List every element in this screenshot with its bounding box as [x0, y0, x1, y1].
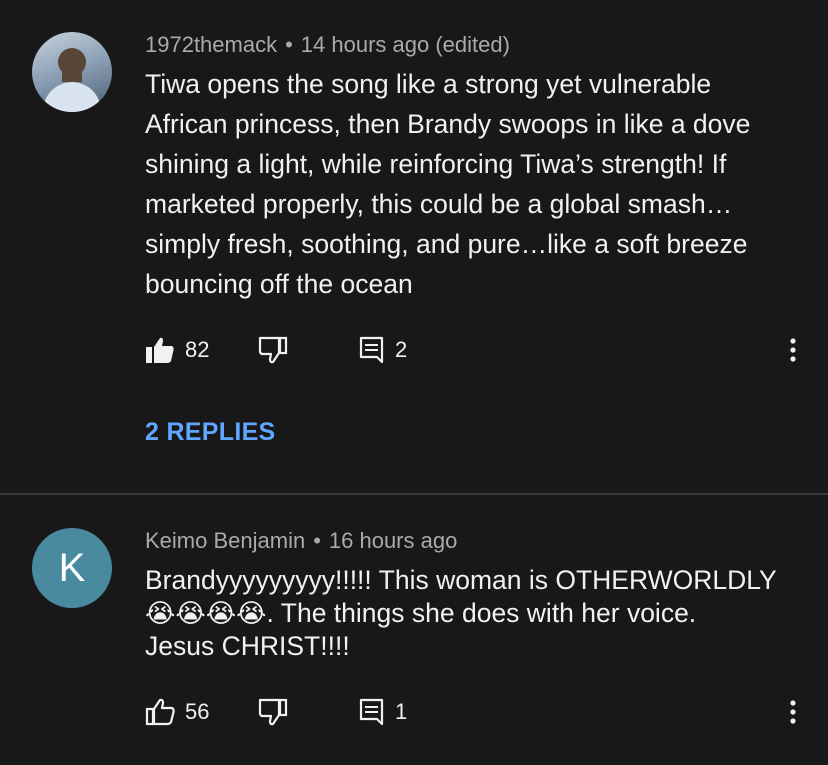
comment-meta: Keimo Benjamin • 16 hours ago [145, 528, 457, 554]
comment-meta: 1972themack • 14 hours ago (edited) [145, 32, 510, 58]
view-replies-link[interactable]: 2 REPLIES [145, 418, 276, 447]
like-count: 56 [185, 699, 210, 724]
thumbs-down-icon [258, 698, 288, 726]
comment-icon [359, 698, 384, 726]
divider [0, 493, 828, 495]
avatar-photo-icon [42, 48, 102, 112]
comment-line: bouncing off the ocean [145, 269, 413, 299]
dislike-button[interactable] [258, 332, 288, 368]
like-count: 82 [185, 337, 210, 362]
more-vertical-icon [790, 700, 796, 724]
more-options-button[interactable] [789, 332, 797, 368]
comment-line: Jesus CHRIST!!!! [145, 631, 350, 661]
thumbs-down-icon [258, 336, 288, 364]
thumbs-up-icon [145, 698, 175, 726]
comment-line-text: . The things she does with her voice. [266, 598, 697, 628]
comment-line: simply fresh, soothing, and pure…like a … [145, 229, 748, 259]
comment-actions: 82 2 [145, 332, 805, 368]
comment-line: Brandyyyyyyyyy!!!!! This woman is OTHERW… [145, 565, 777, 595]
meta-separator: • [313, 528, 321, 553]
author-name[interactable]: Keimo Benjamin [145, 528, 305, 553]
like-button[interactable]: 82 [145, 332, 209, 368]
more-vertical-icon [790, 338, 796, 362]
more-options-button[interactable] [789, 694, 797, 730]
avatar-letter: K [58, 545, 86, 590]
comment-actions: 56 1 [145, 694, 805, 730]
comment-time[interactable]: 14 hours ago (edited) [301, 32, 510, 57]
comment-text: Brandyyyyyyyyy!!!!! This woman is OTHERW… [145, 564, 805, 663]
reply-button[interactable]: 2 [359, 332, 407, 368]
dislike-button[interactable] [258, 694, 288, 730]
reply-count: 2 [395, 337, 408, 362]
crying-emoji: 😭😭😭😭 [145, 598, 267, 628]
reply-count: 1 [395, 699, 408, 724]
like-button[interactable]: 56 [145, 694, 209, 730]
user-avatar[interactable] [32, 32, 112, 112]
comment-text: Tiwa opens the song like a strong yet vu… [145, 64, 805, 304]
comment-line: African princess, then Brandy swoops in … [145, 109, 751, 139]
comment-line: 😭😭😭😭. The things she does with her voice… [145, 597, 805, 630]
comment-time[interactable]: 16 hours ago [329, 528, 457, 553]
comment-line: marketed properly, this could be a globa… [145, 189, 733, 219]
comment-line: shining a light, while reinforcing Tiwa’… [145, 149, 727, 179]
thumbs-up-filled-icon [146, 337, 174, 363]
user-avatar[interactable]: K [32, 528, 112, 608]
meta-separator: • [285, 32, 293, 57]
reply-button[interactable]: 1 [359, 694, 407, 730]
comment-line: Tiwa opens the song like a strong yet vu… [145, 69, 712, 99]
author-name[interactable]: 1972themack [145, 32, 277, 57]
comment-icon [359, 336, 384, 364]
